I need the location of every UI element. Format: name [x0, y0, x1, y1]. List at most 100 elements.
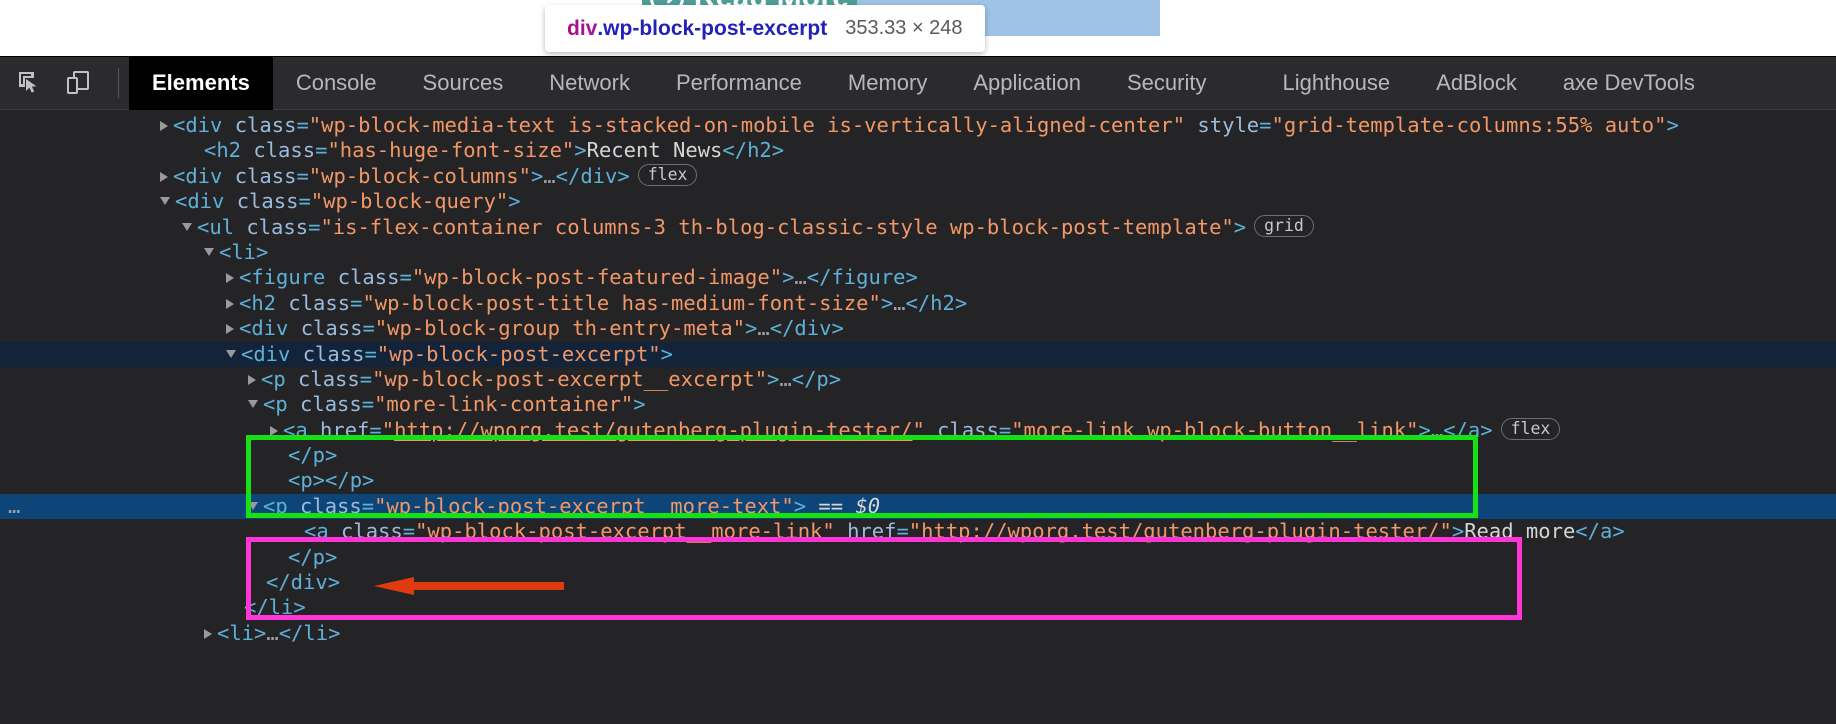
chevron-right-icon[interactable] — [226, 324, 234, 335]
tooltip-dimensions: 353.33 × 248 — [845, 17, 963, 39]
device-toolbar-icon[interactable] — [62, 67, 94, 99]
dom-node-row[interactable]: <div class="wp-block-media-text is-stack… — [0, 113, 1836, 138]
chevron-down-icon[interactable] — [182, 222, 192, 231]
chevron-right-icon[interactable] — [226, 273, 234, 284]
code-token-vl: "more-link wp-block-button__link" — [1011, 417, 1419, 442]
dom-node-row[interactable]: </div> — [0, 570, 1836, 595]
layout-badge-flex[interactable]: flex — [637, 163, 698, 186]
dom-node-row[interactable]: <p class="wp-block-post-excerpt__excerpt… — [0, 367, 1836, 392]
layout-badge-grid[interactable]: grid — [1254, 214, 1314, 237]
dom-node-row[interactable]: <h2 class="wp-block-post-title has-mediu… — [0, 291, 1836, 316]
code-token-ell: … — [757, 316, 770, 341]
dom-node-row[interactable]: <div class="wp-block-group th-entry-meta… — [0, 316, 1836, 341]
dom-node-row[interactable]: <div class="wp-block-columns">…</div> fle… — [0, 163, 1836, 189]
code-token-tg: <h2 — [204, 138, 254, 163]
code-token-tg: > — [1666, 113, 1679, 137]
code-token-at: class — [288, 290, 351, 315]
code-token-tg: = — [1259, 113, 1272, 137]
dom-node-row[interactable]: <ul class="is-flex-container columns-3 t… — [0, 214, 1836, 240]
code-token-at: class — [234, 163, 297, 188]
code-token-at: class — [937, 417, 999, 442]
chevron-right-icon[interactable] — [160, 121, 168, 131]
tab-console[interactable]: Console — [273, 57, 400, 110]
dom-node-row[interactable]: <p></p> — [0, 468, 1836, 493]
devtools-tab-strip: Elements Console Sources Network Perform… — [129, 57, 1718, 110]
tab-sources[interactable]: Sources — [400, 57, 527, 110]
chevron-down-icon[interactable] — [160, 197, 170, 206]
dom-node-row[interactable]: <figure class="wp-block-post-featured-im… — [0, 265, 1836, 290]
code-token-at: class — [253, 138, 316, 163]
inspector-tooltip: div .wp-block-post-excerpt 353.33 × 248 — [545, 5, 985, 52]
dom-node-row[interactable]: <li>…</li> — [0, 621, 1836, 646]
code-token-tg: <p — [263, 392, 301, 417]
chevron-down-icon[interactable] — [248, 501, 258, 510]
tab-application[interactable]: Application — [950, 57, 1104, 110]
code-token-tg: > — [1233, 214, 1247, 239]
dom-node-row[interactable]: <div class="wp-block-post-excerpt"> — [0, 341, 1836, 367]
dom-node-row[interactable]: </p> — [0, 443, 1836, 468]
chevron-right-icon[interactable] — [226, 298, 234, 309]
toolbar-icon-group — [0, 67, 129, 99]
tab-performance[interactable]: Performance — [653, 57, 825, 110]
code-token-vl: "wp-block-post-excerpt__more-text" — [374, 493, 794, 518]
chevron-right-icon[interactable] — [248, 374, 256, 385]
dom-node-row[interactable]: … <p class="wp-block-post-excerpt__more-t… — [0, 493, 1836, 520]
code-token-vl: "wp-block-post-featured-image" — [411, 265, 783, 290]
dom-node-row[interactable]: <p class="more-link-container"> — [0, 392, 1836, 417]
code-token-ell: … — [1430, 417, 1444, 442]
code-token-tg: > — [530, 163, 544, 188]
tab-adblock[interactable]: AdBlock — [1413, 57, 1540, 110]
dom-node-row[interactable]: <a href="http://wporg.test/gutenberg-plu… — [0, 417, 1836, 443]
code-token-tg: = — [296, 113, 309, 137]
code-token-at: href — [847, 519, 897, 544]
code-token-vl: "wp-block-post-title has-medium-font-siz… — [362, 290, 881, 315]
dom-node-row[interactable]: <li> — [0, 240, 1836, 265]
code-token-tg: </a> — [1575, 519, 1625, 544]
code-token-vl: "wp-block-columns" — [308, 163, 531, 188]
code-token-tg: = — [315, 138, 328, 163]
code-token-tg: = — [361, 392, 375, 417]
code-token-dollar: == $0 — [818, 493, 881, 518]
tab-axe-devtools[interactable]: axe DevTools — [1540, 57, 1718, 110]
code-token-lnk[interactable]: http://wporg.test/gutenberg-plugin-teste… — [921, 519, 1439, 543]
code-token-at: class — [341, 519, 403, 544]
code-token-tg: = — [362, 316, 375, 341]
code-token-lnk[interactable]: http://wporg.test/gutenberg-plugin-teste… — [394, 418, 912, 442]
tab-lighthouse[interactable]: Lighthouse — [1259, 57, 1413, 110]
tab-memory[interactable]: Memory — [825, 57, 950, 110]
code-token-tg: > — [660, 341, 673, 366]
chevron-right-icon[interactable] — [270, 425, 278, 436]
inspect-element-icon[interactable] — [14, 67, 46, 99]
code-token-ell: … — [543, 163, 556, 188]
code-token-tg: <li> — [219, 239, 269, 264]
dom-tree[interactable]: <div class="wp-block-media-text is-stack… — [0, 110, 1836, 724]
dom-node-row[interactable]: <div class="wp-block-query"> — [0, 189, 1836, 214]
code-token-vl: "grid-template-columns:55% auto" — [1271, 113, 1667, 137]
chevron-down-icon[interactable] — [248, 400, 258, 409]
code-token-ell: … — [794, 265, 807, 290]
dom-node-row[interactable]: <h2 class="has-huge-font-size">Recent Ne… — [0, 138, 1836, 163]
devtools-toolbar: Elements Console Sources Network Perform… — [0, 57, 1836, 110]
tab-security[interactable]: Security — [1104, 57, 1229, 110]
tooltip-tag-name: div — [567, 16, 598, 40]
dom-node-row[interactable]: </li> — [0, 595, 1836, 620]
tab-elements[interactable]: Elements — [129, 57, 273, 110]
chevron-right-icon[interactable] — [160, 171, 168, 182]
chevron-right-icon[interactable] — [204, 628, 212, 639]
dom-node-row[interactable]: <a class="wp-block-post-excerpt__more-li… — [0, 519, 1836, 544]
code-token-tg: </figure> — [806, 265, 918, 290]
code-token-tg: </p> — [288, 544, 338, 569]
code-token-at: class — [298, 366, 360, 391]
chevron-down-icon[interactable] — [226, 349, 236, 358]
dom-node-row[interactable]: </p> — [0, 545, 1836, 570]
code-token-tg: </p> — [288, 443, 338, 468]
tab-network[interactable]: Network — [526, 57, 653, 110]
code-token-at: class — [246, 214, 309, 239]
chevron-down-icon[interactable] — [204, 247, 214, 256]
layout-badge-flex[interactable]: flex — [1500, 417, 1561, 440]
code-token-tg: = — [399, 265, 412, 290]
